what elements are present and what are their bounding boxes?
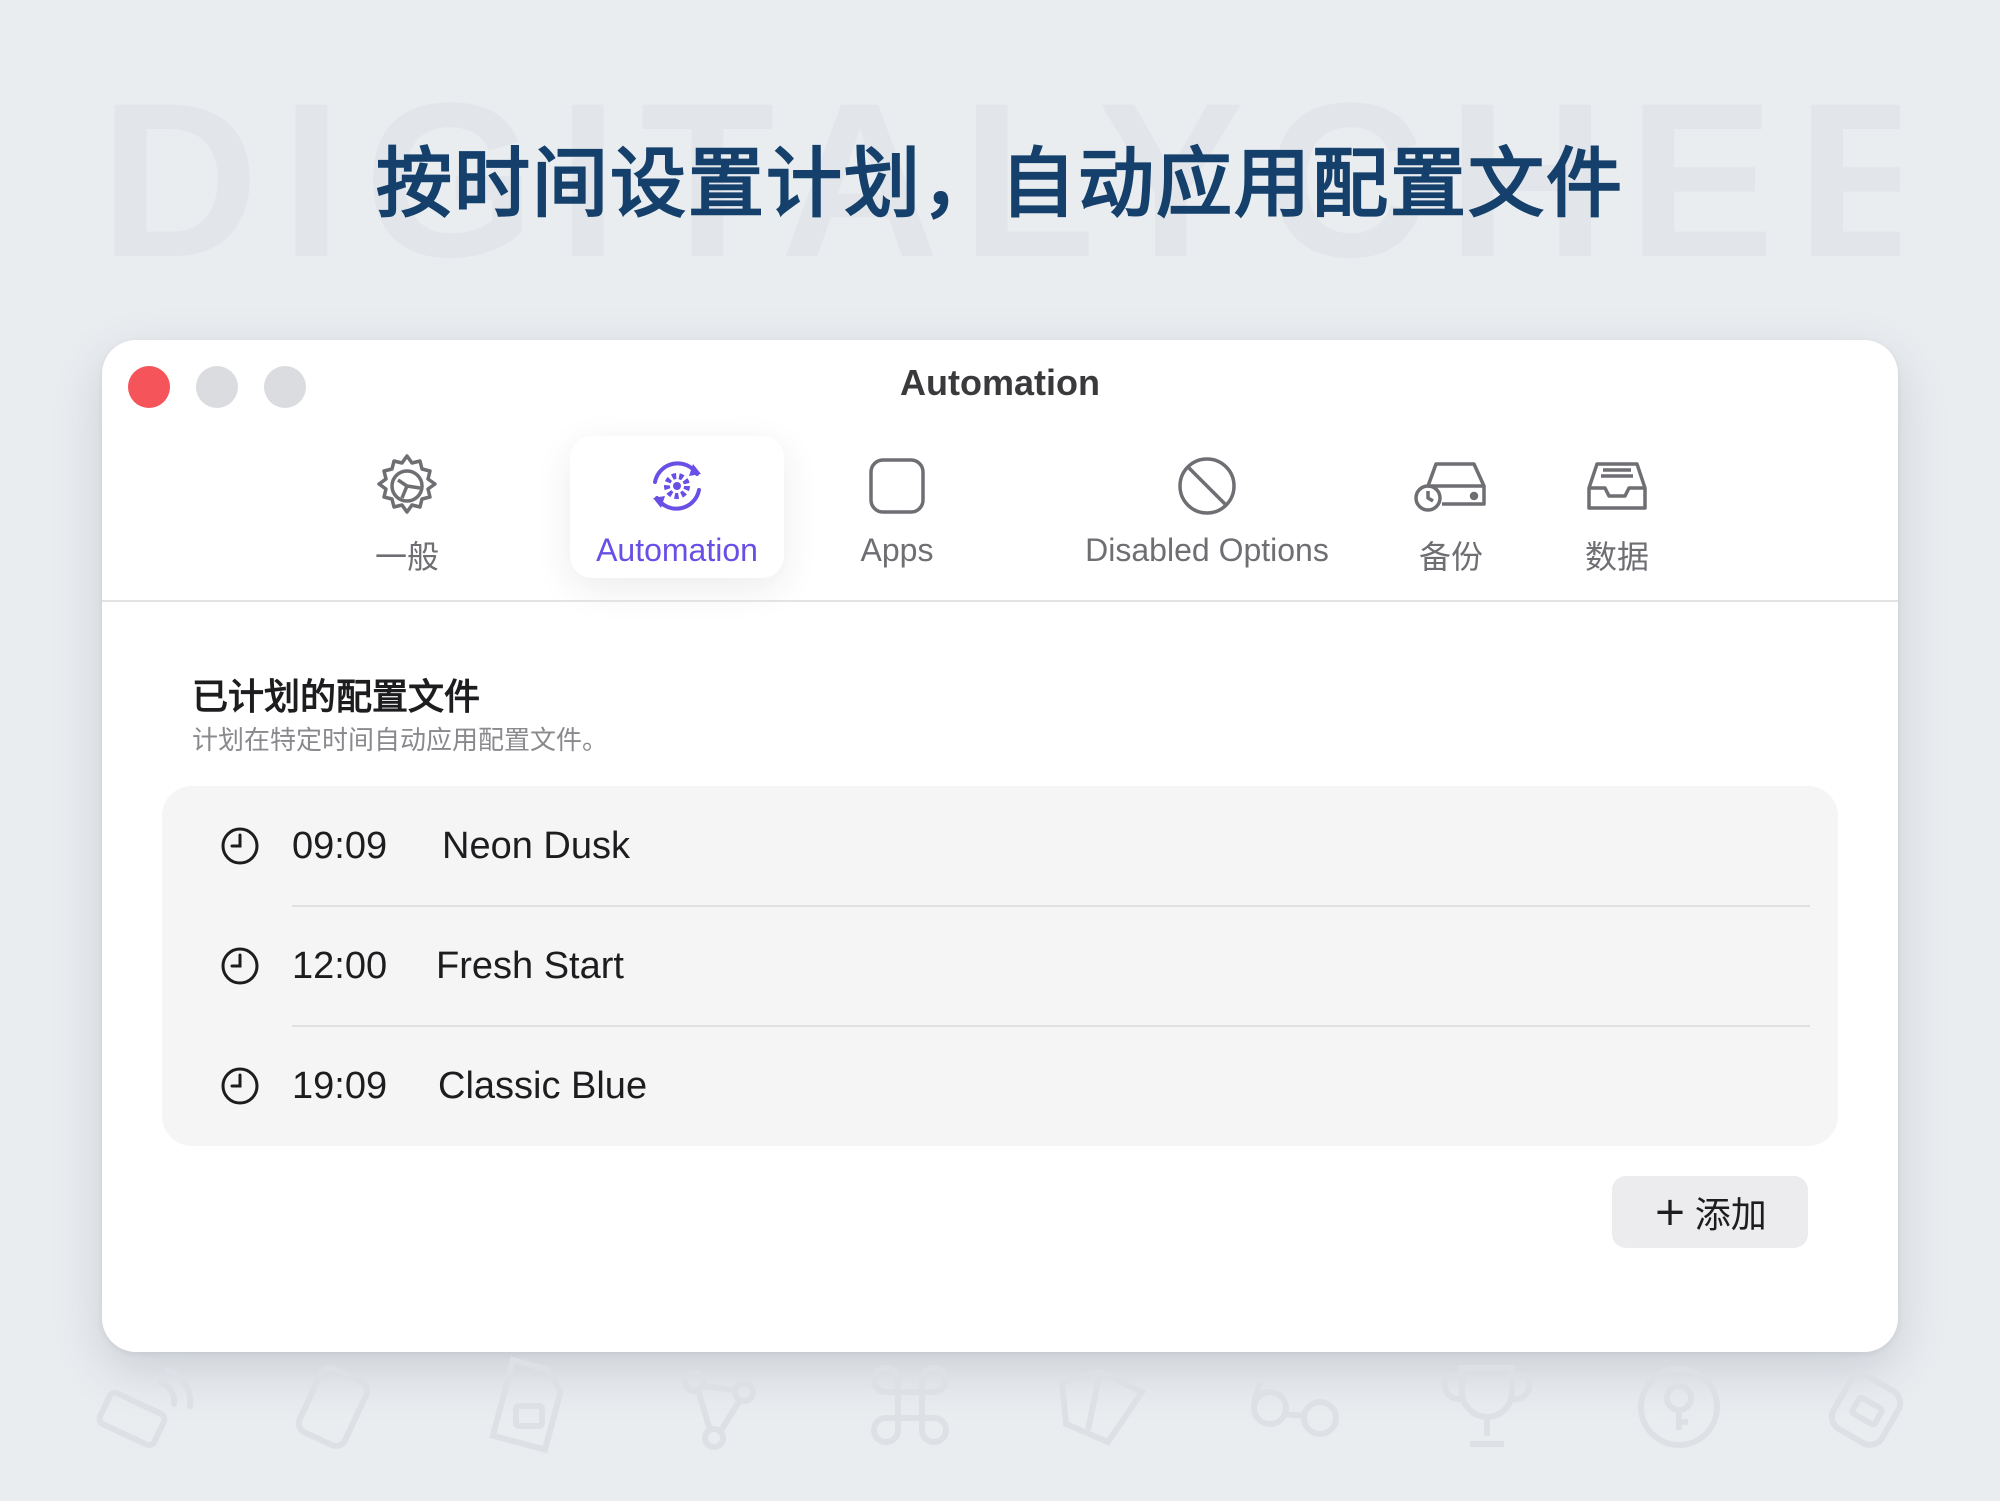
automation-cycle-icon xyxy=(653,461,701,511)
tab-disabled-options-label: Disabled Options xyxy=(1085,532,1329,568)
wireless-icon xyxy=(96,1367,194,1449)
clock-icon xyxy=(221,947,259,985)
usb-drive-icon xyxy=(295,1365,371,1449)
scheduled-profiles-list: 09:09 Neon Dusk 12:00 Fresh Start 19:09 … xyxy=(162,786,1838,1146)
schedule-row[interactable]: 12:00 Fresh Start xyxy=(162,906,1838,1026)
schedule-profile-name: Neon Dusk xyxy=(442,824,630,867)
tab-backup-label: 备份 xyxy=(1418,539,1483,575)
trophy-icon xyxy=(1441,1365,1533,1447)
section-title: 已计划的配置文件 xyxy=(192,677,481,718)
schedule-row[interactable]: 19:09 Classic Blue xyxy=(162,1026,1838,1146)
drive-restore-icon xyxy=(1414,462,1486,512)
network-nodes-icon xyxy=(682,1370,756,1450)
key-icon xyxy=(1638,1366,1720,1448)
tab-apps-label: Apps xyxy=(860,532,934,568)
schedule-profile-name: Fresh Start xyxy=(436,944,624,987)
tab-automation[interactable]: Automation xyxy=(570,436,784,578)
tab-general-label: 一般 xyxy=(374,539,439,575)
secure-file-icon xyxy=(489,1356,564,1454)
section-subtitle: 计划在特定时间自动应用配置文件。 xyxy=(192,726,609,756)
schedule-time: 19:09 xyxy=(292,1064,388,1107)
tab-backup[interactable]: 备份 xyxy=(1376,436,1526,578)
prohibited-icon xyxy=(1178,457,1236,515)
tab-automation-label: Automation xyxy=(596,532,758,568)
add-schedule-button[interactable]: + 添加 xyxy=(1612,1176,1808,1248)
tag-icon xyxy=(1828,1372,1904,1448)
plus-icon: + xyxy=(1653,1189,1687,1235)
clock-icon xyxy=(221,1067,259,1105)
clock-icon xyxy=(221,827,259,865)
schedule-time: 12:00 xyxy=(292,944,388,987)
book-icon xyxy=(1058,1368,1147,1446)
preferences-window: Automation 一般 Automation Apps Disabled O… xyxy=(102,340,1898,1352)
rounded-square-icon xyxy=(869,458,925,514)
background-icon-strip xyxy=(90,1352,1920,1482)
window-title: Automation xyxy=(900,362,1100,403)
schedule-row[interactable]: 09:09 Neon Dusk xyxy=(162,786,1838,906)
tab-apps[interactable]: Apps xyxy=(822,436,972,578)
command-key-icon xyxy=(871,1365,949,1445)
page-headline: 按时间设置计划，自动应用配置文件 xyxy=(376,139,1624,228)
add-button-label: 添加 xyxy=(1694,1195,1767,1236)
tray-icon xyxy=(1587,462,1647,510)
tab-data[interactable]: 数据 xyxy=(1542,436,1692,578)
schedule-profile-name: Classic Blue xyxy=(438,1064,648,1107)
toolbar-divider xyxy=(102,600,1898,602)
tab-general[interactable]: 一般 xyxy=(332,436,482,578)
tab-data-label: 数据 xyxy=(1584,539,1649,575)
glasses-icon xyxy=(1251,1381,1339,1437)
tab-disabled-options[interactable]: Disabled Options xyxy=(1062,436,1352,578)
preferences-toolbar: 一般 Automation Apps Disabled Options 备份 数… xyxy=(102,436,1898,578)
schedule-time: 09:09 xyxy=(292,824,388,867)
gear-icon xyxy=(377,454,437,514)
